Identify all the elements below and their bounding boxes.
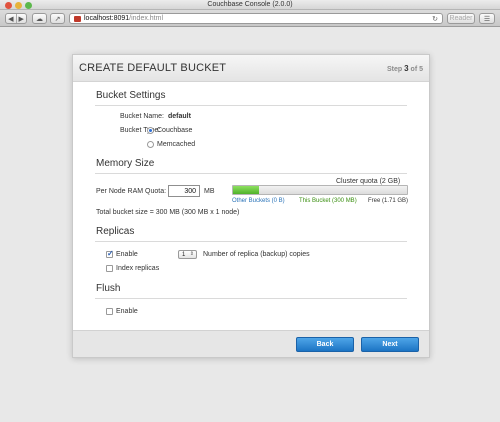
- divider: [95, 173, 407, 174]
- reload-icon[interactable]: ↻: [432, 15, 438, 23]
- legend-other-buckets: Other Buckets (0 B): [232, 198, 285, 204]
- bucket-type-label: Bucket Type:: [120, 127, 161, 134]
- create-bucket-dialog: CREATE DEFAULT BUCKET Step 3 of 5 Bucket…: [72, 54, 430, 358]
- replicas-enable-checkbox[interactable]: [106, 249, 114, 258]
- select-arrows-icon: ⇕: [189, 251, 194, 257]
- divider: [95, 298, 407, 299]
- share-icon: ↗: [54, 15, 61, 23]
- back-arrow-icon[interactable]: ◀: [6, 15, 16, 23]
- forward-arrow-icon[interactable]: ▶: [16, 15, 26, 23]
- ram-quota-input[interactable]: [168, 185, 200, 197]
- sidebar-toggle-button[interactable]: ☰: [479, 13, 495, 24]
- step-current: 3: [404, 64, 409, 73]
- legend-this-bucket: This Bucket (300 MB): [299, 198, 357, 204]
- legend-free: Free (1.71 GB): [368, 198, 409, 204]
- reader-button[interactable]: Reader: [447, 13, 475, 24]
- replicas-enable-label[interactable]: Enable: [116, 251, 138, 258]
- replica-copies-label: Number of replica (backup) copies: [203, 251, 310, 258]
- sidebar-icon: ☰: [483, 15, 491, 23]
- step-indicator: Step 3 of 5: [387, 64, 423, 73]
- ram-quota-label: Per Node RAM Quota:: [96, 188, 167, 195]
- divider: [95, 241, 407, 242]
- bucket-settings-heading: Bucket Settings: [96, 90, 166, 101]
- step-total: of 5: [410, 66, 423, 73]
- bucket-name-label: Bucket Name:: [120, 113, 164, 120]
- cluster-quota-bar: [232, 185, 408, 195]
- browser-toolbar: ◀ ▶ ☁ ↗ localhost:8091 /index.html ↻ Rea…: [0, 10, 500, 27]
- ram-quota-unit: MB: [204, 188, 215, 195]
- replicas-heading: Replicas: [96, 226, 135, 237]
- icloud-tabs-button[interactable]: ☁: [32, 13, 47, 24]
- dialog-title: CREATE DEFAULT BUCKET: [79, 62, 227, 74]
- next-button[interactable]: Next: [361, 337, 419, 352]
- radio-couchbase[interactable]: [147, 127, 154, 134]
- divider: [95, 105, 407, 106]
- share-button[interactable]: ↗: [50, 13, 65, 24]
- dialog-header: CREATE DEFAULT BUCKET Step 3 of 5: [73, 55, 429, 82]
- cloud-icon: ☁: [36, 15, 43, 23]
- total-bucket-size-text: Total bucket size = 300 MB (300 MB x 1 n…: [96, 209, 240, 216]
- option-memcached-label[interactable]: Memcached: [157, 141, 195, 148]
- flush-enable-label[interactable]: Enable: [116, 308, 138, 315]
- couchbase-favicon-icon: [74, 15, 81, 22]
- flush-enable-checkbox[interactable]: [106, 308, 113, 315]
- radio-memcached[interactable]: [147, 141, 154, 148]
- this-bucket-usage-fill: [233, 186, 259, 194]
- cluster-quota-label: Cluster quota (2 GB): [336, 178, 401, 185]
- index-replicas-label[interactable]: Index replicas: [116, 265, 159, 272]
- url-host: localhost:8091: [84, 15, 130, 22]
- replica-copies-select[interactable]: 1 ⇕: [178, 250, 197, 259]
- flush-heading: Flush: [96, 283, 121, 294]
- back-button[interactable]: Back: [296, 337, 354, 352]
- address-bar[interactable]: localhost:8091 /index.html ↻: [69, 13, 443, 24]
- memory-size-heading: Memory Size: [96, 158, 155, 169]
- replica-copies-value: 1: [182, 251, 186, 258]
- option-couchbase-label[interactable]: Couchbase: [157, 127, 192, 134]
- window-titlebar: Couchbase Console (2.0.0): [0, 0, 500, 10]
- url-path: /index.html: [129, 15, 164, 22]
- bucket-name-value: default: [168, 113, 191, 120]
- back-forward-buttons[interactable]: ◀ ▶: [5, 13, 27, 24]
- dialog-footer: Back Next: [73, 330, 429, 357]
- window-title: Couchbase Console (2.0.0): [207, 1, 293, 8]
- index-replicas-checkbox[interactable]: [106, 265, 113, 272]
- step-label: Step: [387, 66, 403, 73]
